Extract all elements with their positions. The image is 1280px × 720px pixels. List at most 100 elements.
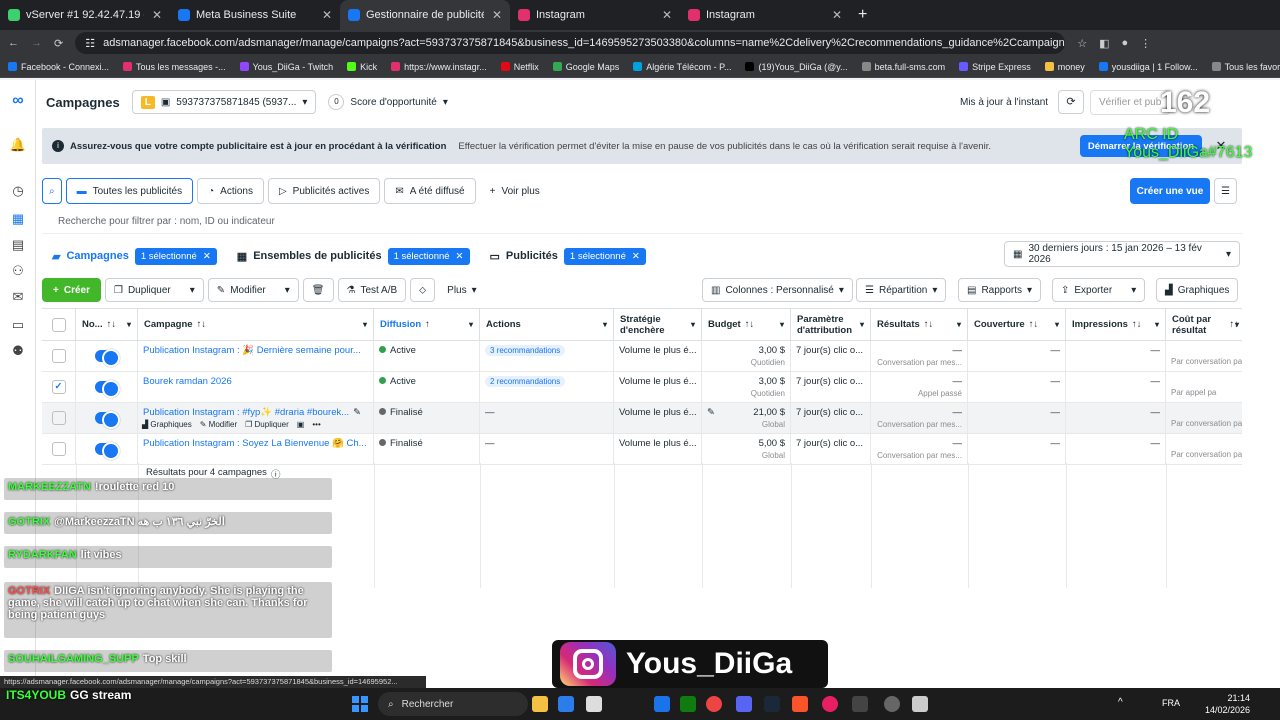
chevron-down-icon[interactable]: ▾: [190, 285, 195, 296]
filter-delivered[interactable]: ✉ A été diffusé: [384, 178, 476, 204]
notifications-icon[interactable]: 🔔: [9, 136, 27, 154]
bookmark-item[interactable]: Google Maps: [552, 62, 619, 72]
campaign-name-link[interactable]: Bourek ramdan 2026: [143, 376, 232, 387]
more-icon[interactable]: •••: [312, 420, 320, 429]
table-row[interactable]: Publication Instagram : #fyp✨ #draria #b…: [42, 403, 1242, 434]
edit-button[interactable]: ✎ Modifier ▾: [207, 278, 299, 302]
tab-campaigns[interactable]: ▰ Campagnes 1 sélectionné ✕: [42, 240, 227, 272]
bookmark-item[interactable]: https://www.instagr...: [391, 62, 487, 72]
tab-ads[interactable]: ▭ Publicités 1 sélectionné ✕: [480, 240, 656, 272]
campaign-name-link[interactable]: Publication Instagram : #fyp✨ #draria #b…: [143, 407, 349, 418]
filter-active-ads[interactable]: ▷ Publicités actives: [267, 178, 381, 204]
bookmark-item[interactable]: Yous_DiiGa - Twitch: [239, 62, 333, 72]
pages-icon[interactable]: ▤: [9, 236, 27, 254]
close-tab-icon[interactable]: ✕: [322, 8, 332, 22]
sort-icon[interactable]: ↑↓: [107, 319, 117, 330]
selected-badge[interactable]: 1 sélectionné ✕: [134, 247, 217, 265]
date-range-picker[interactable]: ▦ 30 derniers jours : 15 jan 2026 – 13 fé…: [1004, 241, 1240, 267]
filter-see-more[interactable]: + Voir plus: [479, 178, 550, 204]
header-no[interactable]: No... ↑↓ ▾: [76, 309, 138, 341]
bookmark-item[interactable]: money: [1044, 62, 1085, 72]
close-icon[interactable]: ✕: [456, 251, 464, 262]
search-icon[interactable]: ⌕: [42, 178, 62, 204]
header-impressions[interactable]: Impressions ↑↓ ▾: [1066, 309, 1166, 341]
row-checkbox[interactable]: [51, 349, 66, 363]
billing-icon[interactable]: ▭: [9, 316, 27, 334]
row-edit-link[interactable]: ✎ Modifier: [200, 420, 237, 429]
reload-icon[interactable]: ⟳: [54, 37, 63, 50]
search-input[interactable]: Recherche pour filtrer par : nom, ID ou …: [42, 210, 1242, 234]
select-all-checkbox[interactable]: [51, 317, 66, 332]
breakdown-button[interactable]: ☰ Répartition ▾: [856, 278, 947, 302]
recommendations-badge[interactable]: 3 recommandations: [485, 345, 566, 356]
header-cost-per-result[interactable]: Coût par résultat ↑↓ ▾: [1166, 309, 1242, 341]
address-bar[interactable]: ☷ adsmanager.facebook.com/adsmanager/mana…: [75, 32, 1066, 54]
chevron-down-icon[interactable]: ▾: [957, 320, 961, 329]
close-icon[interactable]: ✕: [632, 251, 640, 262]
header-delivery[interactable]: Diffusion ↑ ▾: [374, 309, 480, 341]
chevron-down-icon[interactable]: ▾: [603, 320, 607, 329]
profile-icon[interactable]: ●: [1122, 37, 1129, 49]
campaign-name-link[interactable]: Publication Instagram : Soyez La Bienven…: [143, 438, 367, 449]
language-indicator[interactable]: FRA: [1162, 698, 1180, 708]
chevron-down-icon[interactable]: ▾: [363, 320, 367, 329]
bookmark-item[interactable]: (19)Yous_DiiGa (@y...: [745, 62, 848, 72]
chevron-down-icon[interactable]: ▾: [1131, 285, 1136, 296]
chevron-down-icon[interactable]: ▾: [127, 320, 131, 329]
bookmark-item[interactable]: yousdiiga | 1 Follow...: [1098, 62, 1198, 72]
chevron-down-icon[interactable]: ▾: [780, 320, 784, 329]
header-actions[interactable]: Actions ▾: [480, 309, 614, 341]
bookmark-item[interactable]: Facebook - Connexi...: [8, 62, 109, 72]
tag-button[interactable]: ⬦: [410, 278, 436, 302]
campaign-toggle[interactable]: [94, 411, 120, 429]
brave-icon[interactable]: [792, 696, 808, 712]
sort-icon[interactable]: ↑↓: [1029, 319, 1039, 330]
columns-button[interactable]: ▥ Colonnes : Personnalisé ▾: [702, 278, 853, 302]
campaigns-table-icon[interactable]: ▦: [9, 210, 27, 228]
sort-icon[interactable]: ↑↓: [197, 319, 207, 330]
preview-icon[interactable]: ▣: [297, 420, 305, 429]
app-icon[interactable]: [912, 696, 928, 712]
extensions-icon[interactable]: ◧: [1099, 37, 1109, 50]
header-bid-strategy[interactable]: Stratégie d'enchère ▾: [614, 309, 702, 341]
discord-icon[interactable]: [736, 696, 752, 712]
opportunity-score[interactable]: 0 Score d'opportunité ▾: [328, 94, 448, 110]
chevron-down-icon[interactable]: ▾: [1235, 320, 1239, 329]
bookmark-item[interactable]: Stripe Express: [959, 62, 1031, 72]
xbox-icon[interactable]: [680, 696, 696, 712]
close-tab-icon[interactable]: ✕: [492, 8, 502, 22]
browser-tab[interactable]: Meta Business Suite ✕: [170, 0, 340, 30]
meta-logo-icon[interactable]: ∞: [9, 92, 27, 110]
delete-button[interactable]: 🗑: [302, 278, 334, 302]
account-selector[interactable]: L ▣ 593737375871845 (5937... ▾: [131, 90, 317, 114]
tray-chevron-icon[interactable]: ^: [1118, 697, 1123, 708]
audiences-icon[interactable]: ⚇: [9, 262, 27, 280]
bookmark-item[interactable]: Kick: [347, 62, 377, 72]
table-row[interactable]: Publication Instagram : Soyez La Bienven…: [42, 434, 1242, 465]
ads-icon[interactable]: ✉: [9, 288, 27, 306]
ab-test-button[interactable]: ⚗ Test A/B: [337, 278, 407, 302]
header-budget[interactable]: Budget ↑↓ ▾: [702, 309, 791, 341]
header-results[interactable]: Résultats ↑↓ ▾: [871, 309, 968, 341]
row-checkbox[interactable]: ✓: [51, 380, 66, 394]
site-info-icon[interactable]: ☷: [85, 37, 95, 50]
duplicate-button[interactable]: ❐ Dupliquer ▾: [104, 278, 204, 302]
filter-actions[interactable]: ◔ Actions: [197, 178, 264, 204]
row-checkbox[interactable]: [51, 411, 66, 425]
chrome-icon[interactable]: [706, 696, 722, 712]
sort-icon[interactable]: ↑↓: [924, 319, 934, 330]
export-button[interactable]: ⇪ Exporter ▾: [1052, 278, 1146, 302]
sort-icon[interactable]: ↑↓: [1132, 319, 1142, 330]
row-duplicate-link[interactable]: ❐ Dupliquer: [245, 420, 289, 429]
create-view-button[interactable]: Créer une vue: [1130, 178, 1210, 204]
file-explorer-icon[interactable]: [532, 696, 548, 712]
pencil-icon[interactable]: ✎: [707, 407, 715, 418]
browser-tab[interactable]: Instagram ✕: [510, 0, 680, 30]
store-icon[interactable]: [558, 696, 574, 712]
charts-button[interactable]: ▟ Graphiques: [1156, 278, 1239, 302]
clock[interactable]: 21:14 14/02/2026: [1205, 692, 1250, 716]
dashboard-icon[interactable]: ◷: [9, 182, 27, 200]
chevron-down-icon[interactable]: ▾: [860, 320, 864, 329]
browser-tab[interactable]: vServer #1 92.42.47.19 - Overvie ✕: [0, 0, 170, 30]
pencil-icon[interactable]: ✎: [353, 407, 361, 418]
